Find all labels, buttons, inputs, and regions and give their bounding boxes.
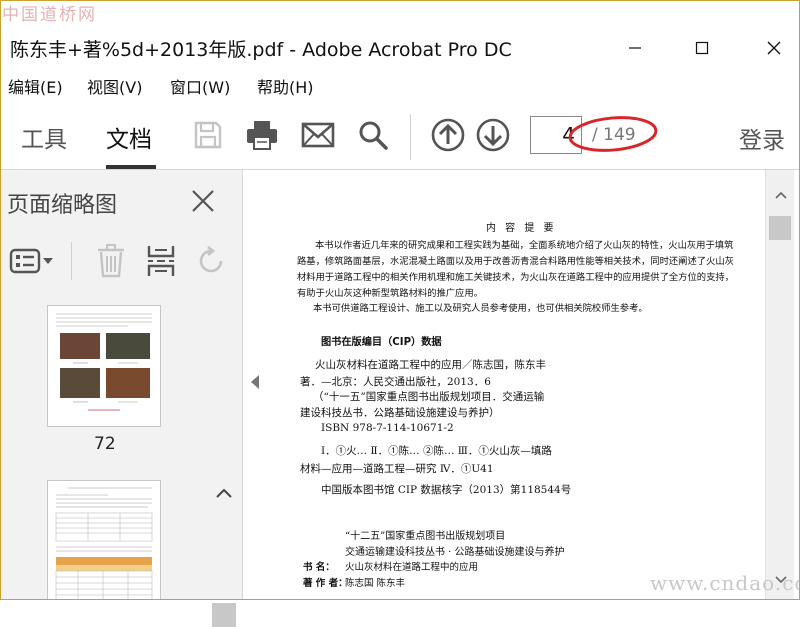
panel-scrollbar-thumb[interactable] [212, 603, 236, 627]
rotate-icon [199, 245, 223, 273]
menu-bar: 编辑(E) 视图(V) 窗口(W) 帮助(H) [0, 70, 800, 100]
audience-line: 本书可供道路工程设计、施工以及研究人员参考使用，也可供相关院校师生参考。 [313, 303, 648, 314]
menu-view[interactable]: 视图(V) [87, 74, 142, 98]
thumbnail-list: 72 [0, 298, 243, 600]
email-button[interactable] [301, 118, 335, 152]
scroll-up-icon[interactable] [774, 190, 788, 200]
menu-edit[interactable]: 编辑(E) [8, 74, 63, 98]
document-scrollbar[interactable] [765, 170, 794, 600]
maximize-icon [695, 41, 709, 55]
thumbnail-options-button[interactable] [9, 244, 55, 278]
title-bar: 陈东丰+著%5d+2013年版.pdf - Adobe Acrobat Pro … [0, 26, 800, 70]
cip-title: 图书在版编目（CIP）数据 [321, 337, 442, 348]
trash-icon [98, 244, 124, 278]
cip-line: Ⅰ．①火… Ⅱ．①陈… ②陈… Ⅲ．①火山灰—填路 [321, 445, 552, 457]
panel-close-icon[interactable] [190, 188, 216, 214]
save-icon [194, 121, 222, 149]
author-label: 著 作 者： [303, 578, 348, 589]
document-view: 内 容 提 要 本书以作者近几年来的研究成果和工程实践为基础，全面系统地介绍了火… [265, 170, 765, 600]
abstract-line: 路基，修筑路面基层，水泥混凝土路面以及用于改善沥青混合料路用性能等相关技术，同时… [297, 256, 734, 267]
cip-line: 中国版本图书馆 CIP 数据核字（2013）第118544号 [321, 484, 572, 496]
cip-line: （“十一五”国家重点图书出版规划项目．交通运输 [313, 391, 545, 403]
thumbnail-page[interactable] [48, 306, 160, 426]
minimize-button[interactable] [623, 36, 647, 60]
page-thumbnail-image [56, 313, 152, 411]
page-thumbnail-image [55, 487, 153, 600]
page-up-icon [431, 118, 465, 152]
toolbar: 工具 文档 4 / 149 登录 [0, 106, 800, 170]
collapse-panel-icon[interactable] [250, 374, 260, 390]
cip-line: 著．—北京：人民交通出版社，2013．6 [300, 376, 491, 388]
active-tab-indicator [106, 165, 156, 169]
watermark-bottom: www.cndao.com [650, 571, 800, 595]
next-page-button[interactable] [476, 118, 510, 152]
close-icon [767, 41, 781, 55]
print-icon [247, 121, 277, 150]
tool-separator [71, 242, 72, 280]
authors: 陈志国 陈东丰 [345, 578, 406, 589]
toolbar-separator [410, 114, 411, 160]
abstract-line: 本书以作者近几年来的研究成果和工程实践为基础，全面系统地介绍了火山灰的特性，火山… [315, 240, 734, 251]
watermark-top: 中国道桥网 [2, 5, 97, 25]
book-title-label: 书 名： [303, 562, 335, 573]
cip-line: 火山灰材料在道路工程中的应用／陈志国，陈东丰 [315, 359, 546, 371]
search-button[interactable] [356, 118, 390, 152]
page-split-icon [147, 246, 175, 276]
maximize-button[interactable] [690, 36, 714, 60]
tab-document[interactable]: 文档 [106, 120, 152, 154]
cip-line: 建设科技丛书．公路基础设施建设与养护） [300, 407, 500, 419]
abstract-heading: 内 容 提 要 [486, 223, 557, 234]
window-title: 陈东丰+著%5d+2013年版.pdf - Adobe Acrobat Pro … [10, 39, 512, 61]
abstract-line: 材料用于道路工程中的相关作用机理和施工关键技术，为火山灰在道路工程中的应用提供了… [297, 272, 734, 283]
project-line: “十二五”国家重点图书出版规划项目 [345, 531, 506, 542]
thumbnail-tools [0, 238, 243, 290]
email-icon [301, 122, 335, 148]
document-page: 内 容 提 要 本书以作者近几年来的研究成果和工程实践为基础，全面系统地介绍了火… [265, 170, 765, 600]
close-window-button[interactable] [762, 36, 786, 60]
thumbnail-panel: 页面缩略图 72 [0, 170, 243, 627]
extract-page-button[interactable] [146, 244, 176, 278]
cip-line: ISBN 978-7-114-10671-2 [321, 422, 454, 434]
menu-help[interactable]: 帮助(H) [257, 74, 314, 98]
login-button[interactable]: 登录 [739, 121, 785, 155]
red-circle-annotation [568, 116, 658, 152]
thumbnail-page[interactable] [48, 481, 160, 600]
scrollbar-thumb[interactable] [769, 216, 791, 240]
search-icon [359, 121, 388, 150]
thumbnail-page-label: 72 [94, 434, 116, 454]
menu-window[interactable]: 窗口(W) [170, 74, 230, 98]
tab-tools[interactable]: 工具 [21, 120, 67, 154]
delete-page-button[interactable] [96, 244, 126, 278]
save-button[interactable] [191, 118, 225, 152]
book-title: 火山灰材料在道路工程中的应用 [345, 562, 479, 573]
options-menu-icon [9, 248, 53, 274]
cip-line: 材料—应用—道路工程—研究 Ⅳ．①U41 [300, 463, 494, 475]
minimize-icon [629, 47, 641, 49]
rotate-page-button[interactable] [195, 244, 227, 278]
previous-page-button[interactable] [431, 118, 465, 152]
panel-scroll-up-icon[interactable] [214, 485, 234, 501]
project-line: 交通运输建设科技丛书 · 公路基础设施建设与养护 [345, 547, 565, 558]
page-down-icon [476, 118, 510, 152]
thumbnail-panel-title: 页面缩略图 [7, 193, 118, 218]
print-button[interactable] [245, 118, 279, 152]
